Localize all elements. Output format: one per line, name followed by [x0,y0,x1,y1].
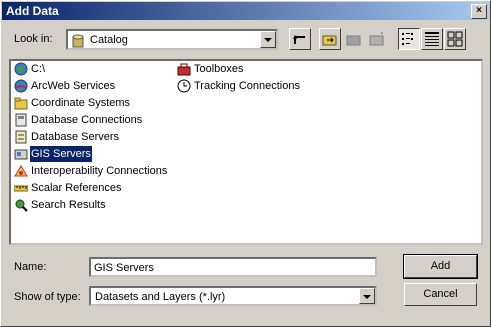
details-view-icon [422,32,442,52]
drive-icon [14,62,28,76]
disconnect-icon [344,35,364,52]
gis-servers-icon [14,147,28,161]
database-icon [14,113,28,127]
catalog-icon [71,34,85,51]
search-results-icon [14,198,28,212]
folder-icon [14,96,28,110]
up-one-level-button[interactable] [289,28,311,50]
name-input-value: GIS Servers [94,262,154,274]
item-label: Coordinate Systems [31,97,131,109]
list-view-icon [399,33,419,52]
arcweb-icon [14,79,28,93]
item-label: Toolboxes [194,63,244,75]
look-in-label: Look in: [14,33,53,45]
details-view-button[interactable] [421,28,443,50]
item-label: ArcWeb Services [31,80,116,92]
look-in-combo[interactable]: Catalog [66,29,278,50]
add-data-dialog: Add Data × Look in: Catalog C:\ ArcWeb S… [0,0,491,327]
database-servers-icon [14,130,28,144]
new-folder-button[interactable] [366,28,388,50]
item-label: Search Results [31,199,106,211]
show-of-type-dropdown-button[interactable] [359,288,375,304]
thumbnails-view-button[interactable] [444,28,466,50]
show-of-type-label: Show of type: [14,291,81,303]
toolbox-icon [177,62,191,76]
disconnect-button[interactable] [343,28,365,50]
catalog-list[interactable]: C:\ ArcWeb Services Coordinate Systems D… [9,59,483,245]
name-label: Name: [14,261,47,273]
look-in-dropdown-button[interactable] [260,31,276,48]
item-label: C:\ [31,63,46,75]
item-label: Interoperability Connections [31,165,168,177]
name-input[interactable]: GIS Servers [89,257,377,277]
item-label: Scalar References [31,182,122,194]
close-button[interactable]: × [471,4,487,19]
item-label: Tracking Connections [194,80,300,92]
connect-to-folder-button[interactable] [319,28,341,50]
interop-icon [14,164,28,178]
add-button[interactable]: Add [403,254,478,279]
list-view-button[interactable] [398,28,420,50]
dialog-title: Add Data [6,4,59,18]
item-label: Database Connections [31,114,143,126]
item-label: Database Servers [31,131,120,143]
show-of-type-combo[interactable]: Datasets and Layers (*.lyr) [89,286,377,306]
look-in-value: Catalog [90,34,128,46]
new-folder-icon [367,31,387,52]
thumbnails-view-icon [445,31,465,52]
title-bar[interactable]: Add Data × [2,2,489,20]
item-label: GIS Servers [30,146,92,162]
show-of-type-value: Datasets and Layers (*.lyr) [95,291,226,303]
cancel-button[interactable]: Cancel [404,283,477,306]
connect-to-folder-icon [320,35,340,52]
ruler-icon [13,181,29,195]
up-one-level-icon [290,35,310,52]
clock-icon [177,79,191,93]
